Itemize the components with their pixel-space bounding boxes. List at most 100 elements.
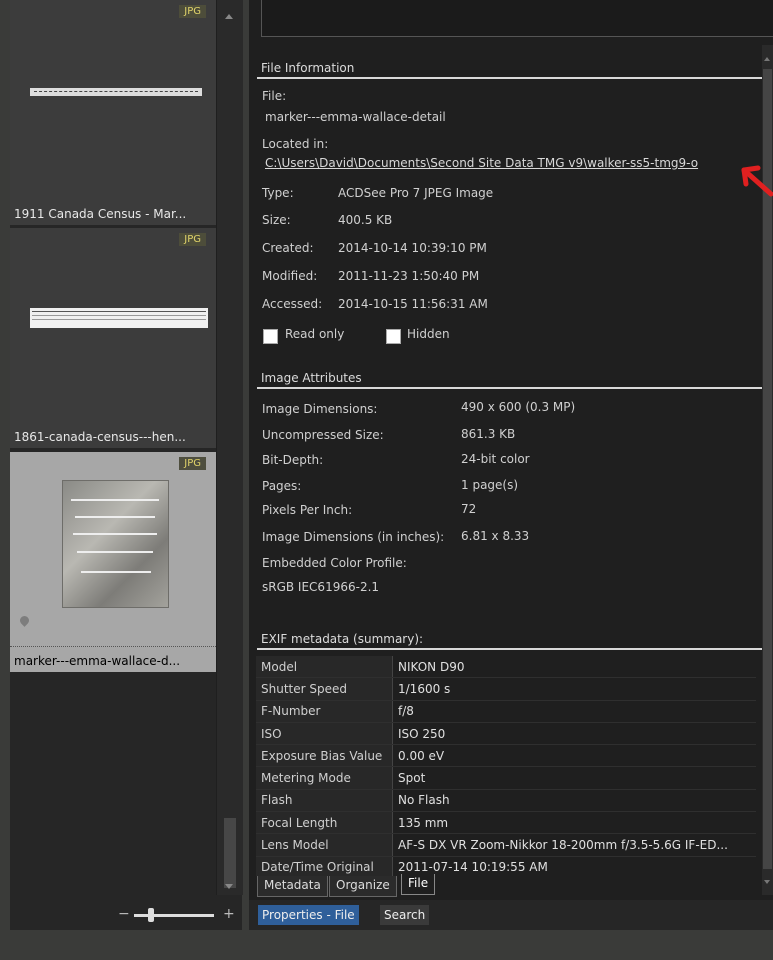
modified-value: 2011-11-23 1:50:40 PM (338, 269, 480, 283)
table-row[interactable]: Flash No Flash (256, 789, 756, 813)
exif-key: Focal Length (256, 811, 393, 835)
thumbnail-item-selected[interactable]: JPG marker---emma-wallace-d... (10, 452, 216, 672)
tab-metadata[interactable]: Metadata (257, 876, 328, 897)
exif-key: Exposure Bias Value (256, 744, 393, 768)
exif-key: Metering Mode (256, 766, 393, 790)
table-row[interactable]: Model NIKON D90 (256, 656, 756, 679)
thumbnail-caption: 1861-canada-census---hen... (14, 430, 186, 444)
table-row[interactable]: Shutter Speed 1/1600 s (256, 677, 756, 701)
scroll-down-icon[interactable] (225, 884, 233, 889)
size-value: 400.5 KB (338, 213, 393, 227)
scroll-up-icon[interactable] (225, 14, 233, 19)
type-value: ACDSee Pro 7 JPEG Image (338, 186, 494, 200)
thumbnail-item[interactable]: JPG 1861-canada-census---hen... (10, 228, 216, 448)
bit-depth-value: 24-bit color (461, 452, 530, 466)
thumbnail-image (30, 308, 208, 328)
accessed-value: 2014-10-15 11:56:31 AM (338, 297, 488, 311)
panel-tabs: Metadata Organize File (257, 874, 762, 897)
scroll-down-icon[interactable] (764, 880, 770, 884)
created-value: 2014-10-14 10:39:10 PM (338, 241, 487, 255)
read-only-label: Read only (285, 327, 345, 341)
thumbnail-item[interactable]: JPG 1911 Canada Census - Mar... (10, 0, 216, 225)
table-row[interactable]: Lens Model AF-S DX VR Zoom-Nikkor 18-200m… (256, 833, 756, 857)
thumbnail-caption: 1911 Canada Census - Mar... (14, 207, 187, 221)
file-name-value: marker---emma-wallace-detail (265, 110, 446, 124)
tab-organize[interactable]: Organize (329, 876, 397, 897)
jpg-badge: JPG (179, 233, 206, 246)
type-label: Type: (262, 186, 294, 200)
properties-file-button[interactable]: Properties - File (258, 905, 359, 925)
pages-label: Pages: (262, 479, 302, 493)
zoom-out-icon[interactable]: − (118, 906, 130, 922)
image-dimensions-label: Image Dimensions: (262, 402, 378, 416)
exif-key: Shutter Speed (256, 677, 393, 701)
exif-value: 135 mm (392, 811, 756, 835)
exif-table: Model NIKON D90 Shutter Speed 1/1600 s F-N… (256, 656, 756, 876)
modified-label: Modified: (262, 269, 318, 283)
table-row[interactable]: F-Number f/8 (256, 700, 756, 723)
image-dimensions-inches-value: 6.81 x 8.33 (461, 529, 530, 543)
exif-value: f/8 (392, 700, 756, 723)
pixels-per-inch-label: Pixels Per Inch: (262, 503, 353, 517)
exif-value: NIKON D90 (392, 656, 756, 679)
located-in-path-link[interactable]: C:\Users\David\Documents\Second Site Dat… (265, 156, 698, 170)
pixels-per-inch-value: 72 (461, 502, 477, 516)
exif-heading: EXIF metadata (summary): (261, 632, 424, 646)
red-arrow-annotation-icon (741, 165, 773, 197)
tab-file[interactable]: File (401, 874, 436, 895)
exif-table-viewport: Model NIKON D90 Shutter Speed 1/1600 s F-N… (256, 656, 756, 876)
exif-key: Model (256, 656, 393, 679)
accessed-label: Accessed: (262, 297, 323, 311)
table-row[interactable]: Exposure Bias Value 0.00 eV (256, 744, 756, 768)
embedded-color-profile-label: Embedded Color Profile: (262, 556, 407, 570)
status-bar (0, 930, 773, 960)
read-only-checkbox[interactable] (263, 329, 278, 344)
thumbnail-image (30, 88, 202, 96)
image-dimensions-value: 490 x 600 (0.3 MP) (461, 400, 576, 414)
image-dimensions-inches-label: Image Dimensions (in inches): (262, 530, 445, 544)
preview-area (261, 0, 773, 37)
embedded-color-profile-value: sRGB IEC61966-2.1 (262, 580, 380, 594)
location-pin-icon (18, 614, 31, 627)
exif-value: AF-S DX VR Zoom-Nikkor 18-200mm f/3.5-5.… (392, 833, 756, 857)
thumbnail-image (62, 480, 169, 608)
jpg-badge: JPG (179, 457, 206, 470)
scroll-up-icon[interactable] (764, 57, 770, 61)
table-row[interactable]: ISO ISO 250 (256, 722, 756, 746)
thumbnail-scrollbar[interactable] (216, 0, 243, 895)
table-row[interactable]: Metering Mode Spot (256, 766, 756, 790)
exif-value: 0.00 eV (392, 744, 756, 768)
exif-key: Flash (256, 789, 393, 813)
created-label: Created: (262, 241, 314, 255)
exif-key: F-Number (256, 700, 393, 723)
table-row[interactable]: Focal Length 135 mm (256, 811, 756, 835)
uncompressed-size-label: Uncompressed Size: (262, 428, 384, 442)
thumbnail-caption: marker---emma-wallace-d... (14, 654, 181, 668)
jpg-badge: JPG (179, 5, 206, 18)
zoom-slider-row: − + (10, 900, 242, 930)
size-label: Size: (262, 213, 291, 227)
zoom-slider-track[interactable] (134, 914, 214, 917)
exif-value: No Flash (392, 789, 756, 813)
section-divider (257, 77, 762, 79)
exif-value: ISO 250 (392, 722, 756, 746)
exif-value: 1/1600 s (392, 677, 756, 701)
file-label: File: (262, 89, 287, 103)
hidden-checkbox[interactable] (386, 329, 401, 344)
exif-key: ISO (256, 722, 393, 746)
uncompressed-size-value: 861.3 KB (461, 427, 516, 441)
bit-depth-label: Bit-Depth: (262, 453, 324, 467)
exif-value: Spot (392, 766, 756, 790)
search-button[interactable]: Search (380, 905, 430, 925)
zoom-slider-handle[interactable] (148, 908, 154, 922)
exif-key: Lens Model (256, 833, 393, 857)
section-divider (257, 648, 762, 650)
section-divider (257, 387, 762, 389)
pages-value: 1 page(s) (461, 478, 519, 492)
zoom-in-icon[interactable]: + (223, 906, 235, 922)
image-attributes-heading: Image Attributes (261, 371, 362, 385)
located-in-label: Located in: (262, 137, 329, 151)
hidden-label: Hidden (407, 327, 450, 341)
file-information-heading: File Information (261, 61, 355, 75)
scrollbar-thumb[interactable] (224, 818, 236, 888)
